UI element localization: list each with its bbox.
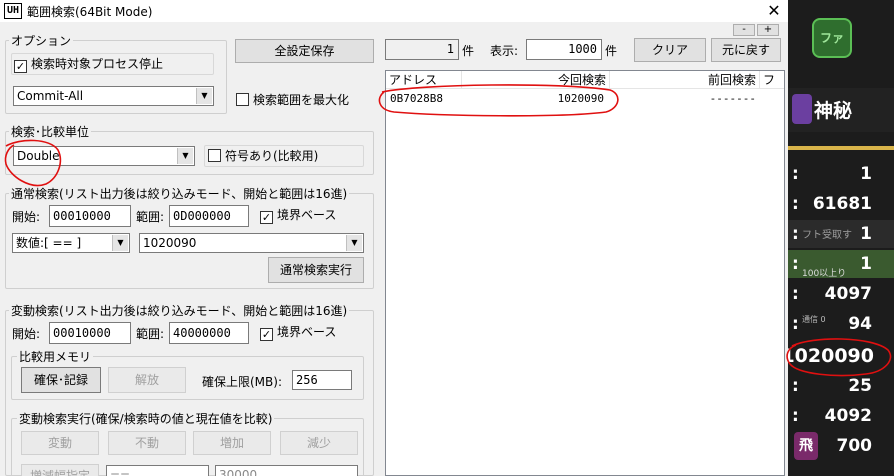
annotation-circle-double xyxy=(4,139,62,187)
annotation-overlay xyxy=(4,84,892,377)
annotation-circle-game-value xyxy=(786,338,892,377)
annotation-circle-result xyxy=(378,84,619,117)
